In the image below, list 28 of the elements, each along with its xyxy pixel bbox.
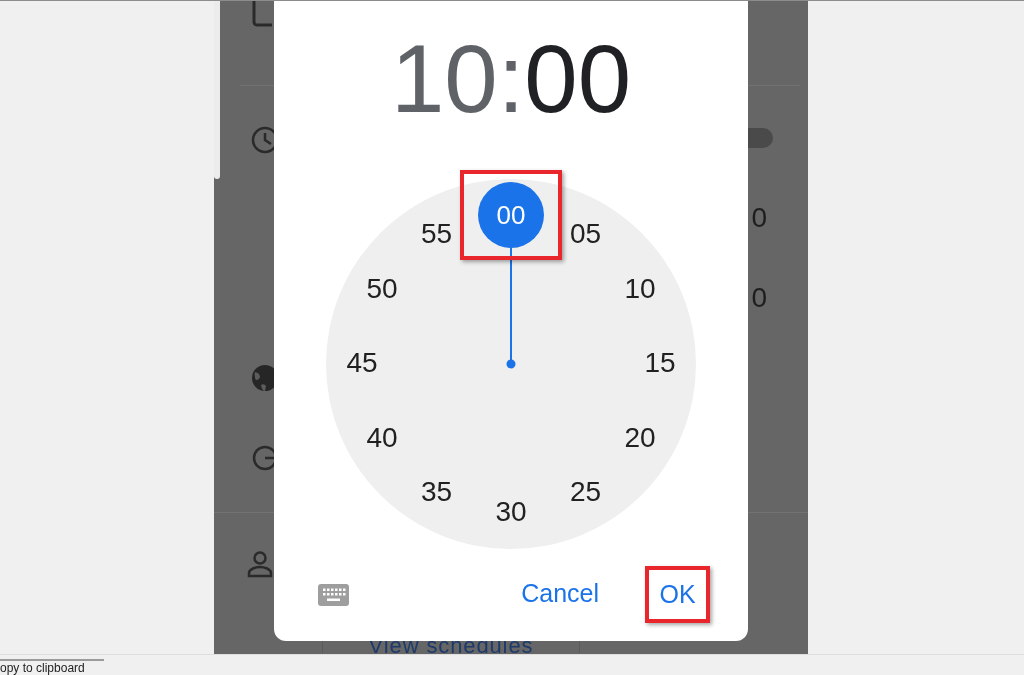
dial-number[interactable]: 15 <box>644 347 676 378</box>
dial-number[interactable]: 10 <box>624 272 656 304</box>
status-tab[interactable]: opy to clipboard <box>0 661 104 675</box>
dial-number[interactable]: 25 <box>569 476 602 508</box>
dial-number[interactable]: 50 <box>366 272 398 304</box>
dial-number[interactable]: 40 <box>366 421 398 453</box>
ring-icon <box>250 443 274 473</box>
toggle-switch[interactable] <box>748 128 773 148</box>
dial-number[interactable]: 30 <box>495 496 527 527</box>
value-text: 0 <box>751 204 767 232</box>
dial-number[interactable]: 45 <box>346 347 378 378</box>
hour-display[interactable]: 10 <box>390 31 498 127</box>
dial-number[interactable]: 55 <box>420 217 453 249</box>
globe-icon <box>250 363 274 393</box>
scrollbar[interactable] <box>214 1 220 179</box>
clock-icon <box>250 125 274 155</box>
time-separator: : <box>497 31 525 127</box>
selected-minute[interactable]: 00 <box>478 182 544 248</box>
dial-number[interactable]: 20 <box>624 421 656 453</box>
dial-number[interactable]: 35 <box>420 476 453 508</box>
minute-display[interactable]: 00 <box>524 31 632 127</box>
clock-hand[interactable] <box>506 247 516 369</box>
dial-number[interactable]: 05 <box>569 217 602 249</box>
person-icon <box>247 550 274 578</box>
keyboard-icon[interactable] <box>318 583 349 606</box>
dialog-action-button[interactable]: OK <box>659 582 696 607</box>
dialog-action-button[interactable]: Cancel <box>521 580 599 606</box>
value-text: 0 <box>751 284 767 312</box>
